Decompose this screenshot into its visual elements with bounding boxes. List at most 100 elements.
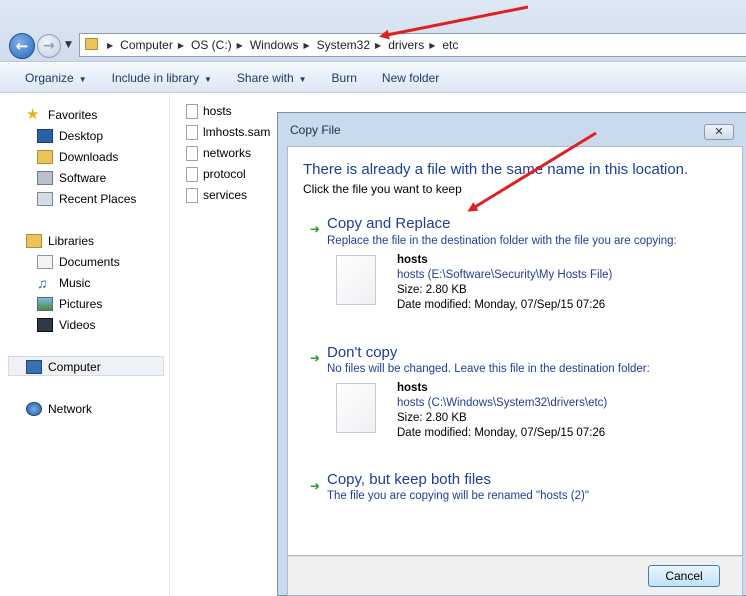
network-icon [26, 402, 42, 416]
file-item[interactable]: services [186, 185, 247, 205]
address-bar[interactable]: ▶ Computer ▶ OS (C:) ▶ Windows ▶ System3… [79, 33, 746, 57]
file-name: networks [203, 146, 252, 160]
music-icon: ♫ [37, 275, 48, 291]
file-icon [186, 145, 198, 161]
document-icon [336, 255, 376, 305]
crumb-system32[interactable]: System32 [317, 38, 370, 52]
nav-favorites[interactable]: ★ Favorites [26, 105, 97, 125]
computer-icon [26, 360, 42, 374]
file-item[interactable]: protocol [186, 164, 246, 184]
dropdown-arrow-icon: ▼ [298, 74, 307, 84]
file-name: services [203, 188, 248, 202]
nav-software[interactable]: Software [37, 168, 106, 188]
documents-icon [37, 255, 53, 269]
breadcrumb: ▶ Computer ▶ OS (C:) ▶ Windows ▶ System3… [102, 34, 458, 56]
keep-both-desc: The file you are copying will be renamed… [327, 490, 589, 502]
chevron-right-icon[interactable]: ▶ [237, 41, 243, 50]
burn-button[interactable]: Burn [332, 71, 357, 85]
recent-pages-dropdown-icon[interactable]: ▼ [65, 40, 72, 50]
videos-icon [37, 318, 53, 332]
back-button[interactable]: ← [9, 33, 35, 59]
share-with-menu[interactable]: Share with ▼ [237, 71, 307, 85]
copy-and-replace-title: Copy and Replace [327, 215, 451, 232]
chevron-right-icon[interactable]: ▶ [429, 41, 435, 50]
forward-button[interactable]: → [37, 34, 61, 58]
chevron-right-icon[interactable]: ▶ [304, 41, 310, 50]
chevron-right-icon[interactable]: ▶ [107, 41, 113, 50]
dont-copy-desc: No files will be changed. Leave this fil… [327, 363, 650, 375]
nav-music[interactable]: ♫ Music [37, 273, 90, 293]
nav-documents[interactable]: Documents [37, 252, 120, 272]
include-in-library-menu[interactable]: Include in library ▼ [112, 71, 212, 85]
recent-places-icon [37, 192, 53, 206]
source-file-date: Date modified: Monday, 07/Sep/15 07:26 [397, 299, 606, 311]
navigation-pane: ★ Favorites Desktop Downloads Software R… [0, 94, 170, 596]
dropdown-arrow-icon: ▼ [204, 74, 212, 84]
nav-favorites-label: Favorites [48, 108, 98, 122]
crumb-os-c[interactable]: OS (C:) [191, 38, 232, 52]
nav-downloads-label: Downloads [59, 150, 119, 164]
source-file-name: hosts [397, 254, 428, 266]
conflict-headline: There is already a file with the same na… [303, 161, 689, 178]
green-arrow-icon: ➜ [310, 479, 321, 493]
nav-desktop-label: Desktop [59, 129, 104, 143]
star-icon: ★ [26, 106, 40, 123]
dialog-footer: Cancel [287, 556, 743, 596]
nav-desktop[interactable]: Desktop [37, 126, 103, 146]
nav-videos-label: Videos [59, 318, 96, 332]
green-arrow-icon: ➜ [310, 351, 321, 365]
close-button[interactable]: ✕ [704, 124, 734, 140]
nav-network[interactable]: Network [26, 399, 92, 419]
crumb-computer[interactable]: Computer [120, 38, 173, 52]
nav-recent-places[interactable]: Recent Places [37, 189, 136, 209]
nav-computer-label: Computer [48, 360, 101, 374]
dest-file-date: Date modified: Monday, 07/Sep/15 07:26 [397, 427, 606, 439]
nav-libraries-label: Libraries [48, 234, 95, 248]
file-name: lmhosts.sam [203, 125, 271, 139]
file-item[interactable]: networks [186, 143, 251, 163]
file-name: protocol [203, 167, 246, 181]
nav-computer[interactable]: Computer [26, 357, 101, 377]
keep-both-title: Copy, but keep both files [327, 471, 491, 488]
chevron-right-icon[interactable]: ▶ [178, 41, 184, 50]
file-item[interactable]: lmhosts.sam [186, 122, 270, 142]
pictures-icon [37, 297, 53, 311]
crumb-etc[interactable]: etc [442, 38, 458, 52]
copy-and-replace-desc: Replace the file in the destination fold… [327, 235, 677, 247]
nav-libraries[interactable]: Libraries [26, 231, 94, 251]
include-in-library-label: Include in library [111, 70, 199, 85]
green-arrow-icon: ➜ [310, 222, 321, 236]
nav-videos[interactable]: Videos [37, 315, 95, 335]
file-icon [186, 187, 198, 203]
source-file-size: Size: 2.80 KB [397, 284, 467, 296]
file-icon [186, 124, 198, 140]
share-with-label: Share with [236, 70, 294, 85]
dropdown-arrow-icon: ▼ [78, 74, 87, 84]
nav-downloads[interactable]: Downloads [37, 147, 118, 167]
nav-recent-places-label: Recent Places [59, 192, 137, 206]
software-drive-icon [37, 171, 53, 185]
folder-icon [85, 38, 98, 50]
source-file-path: hosts (E:\Software\Security\My Hosts Fil… [397, 269, 613, 281]
nav-software-label: Software [59, 171, 107, 185]
crumb-windows[interactable]: Windows [250, 38, 299, 52]
nav-documents-label: Documents [59, 255, 120, 269]
dont-copy-title: Don't copy [327, 344, 398, 361]
cancel-button[interactable]: Cancel [648, 565, 720, 587]
file-icon [186, 103, 198, 119]
nav-music-label: Music [59, 276, 91, 290]
explorer-titlebar: ← → ▼ ▶ Computer ▶ OS (C:) ▶ Windows ▶ S… [0, 0, 746, 62]
organize-label: Organize [25, 70, 74, 85]
chevron-right-icon[interactable]: ▶ [375, 41, 381, 50]
document-icon [336, 383, 376, 433]
desktop-icon [37, 129, 53, 143]
dest-file-size: Size: 2.80 KB [397, 412, 467, 424]
nav-pictures[interactable]: Pictures [37, 294, 102, 314]
crumb-drivers[interactable]: drivers [388, 38, 424, 52]
dest-file-path: hosts (C:\Windows\System32\drivers\etc) [397, 397, 608, 409]
organize-menu[interactable]: Organize ▼ [25, 71, 87, 85]
file-item[interactable]: hosts [186, 101, 232, 121]
new-folder-button[interactable]: New folder [382, 71, 439, 85]
conflict-subhead: Click the file you want to keep [303, 182, 462, 196]
dest-file-name: hosts [397, 382, 428, 394]
